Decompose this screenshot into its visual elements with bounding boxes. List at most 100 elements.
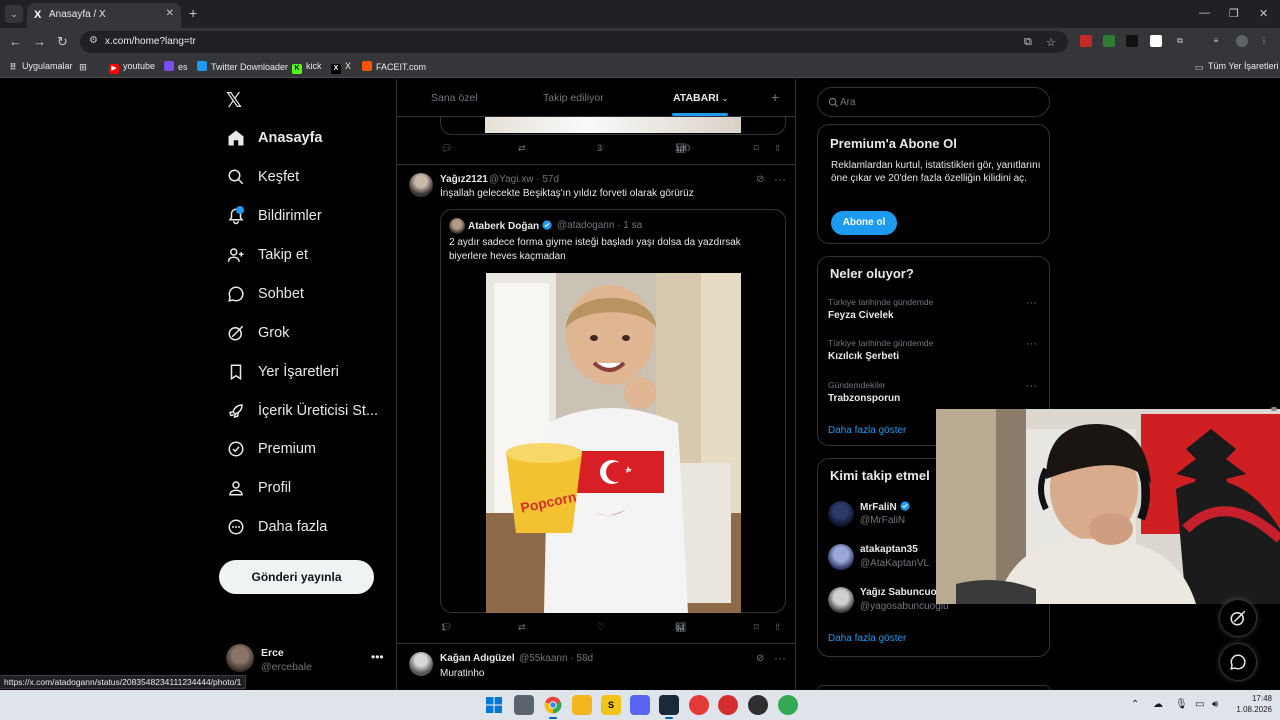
extension-black-icon[interactable]: [1126, 35, 1138, 47]
trend-name[interactable]: Kızılcık Şerbeti: [828, 351, 899, 362]
who-to-follow-show-more[interactable]: Daha fazla göster: [828, 633, 906, 644]
avatar[interactable]: [828, 587, 854, 613]
app-s-icon[interactable]: S: [601, 695, 621, 715]
bookmark-es[interactable]: es: [164, 61, 188, 72]
bookmark-twitter-downloader[interactable]: Twitter Downloader: [197, 61, 288, 72]
task-view-icon[interactable]: [514, 695, 534, 715]
quoted-post-photo[interactable]: Popcorn: [486, 273, 741, 613]
bookmark-x[interactable]: XX: [331, 61, 351, 74]
bookmark-faceit[interactable]: FACEIT.com: [362, 61, 426, 72]
extension-white-icon[interactable]: [1150, 35, 1162, 47]
repost-icon[interactable]: ⇄: [518, 622, 526, 633]
chrome-2-icon[interactable]: [778, 695, 798, 715]
tab-for-you[interactable]: Sana özel: [431, 92, 478, 104]
nav-explore[interactable]: Keşfet: [226, 162, 299, 192]
chrome-icon[interactable]: [543, 695, 563, 719]
grok-post-icon[interactable]: ⊘: [756, 174, 764, 185]
back-icon[interactable]: ←: [9, 34, 22, 50]
nav-profile[interactable]: Profil: [226, 473, 291, 503]
nav-creator-studio[interactable]: İçerik Üreticisi St...: [226, 396, 378, 426]
volume-icon[interactable]: 🔊︎: [1212, 699, 1218, 710]
scrollbar-thumb[interactable]: [1271, 407, 1277, 411]
display-icon[interactable]: ▭: [1195, 699, 1204, 710]
grok-post-icon[interactable]: ⊘: [756, 653, 764, 664]
subscribe-button[interactable]: Abone ol: [831, 211, 897, 235]
post-author-handle[interactable]: @Yagi.xw · 57d: [489, 174, 559, 185]
x-logo-icon[interactable]: 𝕏: [226, 88, 242, 113]
tab-atabari[interactable]: ATABARI ⌄: [673, 92, 728, 104]
discord-icon[interactable]: [630, 695, 650, 715]
tray-chevron-icon[interactable]: ⌃: [1131, 699, 1139, 710]
address-bar[interactable]: ⚙ x.com/home?lang=tr ⧉ ☆: [80, 31, 1068, 53]
add-tab-icon[interactable]: +: [771, 89, 779, 105]
clock[interactable]: 17:48 1.08.2026: [1232, 693, 1272, 715]
nav-grok[interactable]: Grok: [226, 318, 289, 348]
grok-fab[interactable]: [1219, 599, 1257, 637]
nav-chat[interactable]: Sohbet: [226, 279, 304, 309]
follow-user-name[interactable]: Yağız Sabuncuo: [860, 587, 937, 598]
minimize-icon[interactable]: —: [1199, 7, 1210, 19]
post-author-handle[interactable]: @55kaann · 58d: [519, 653, 593, 664]
follow-user-name[interactable]: MrFaliN: [860, 501, 910, 513]
install-app-icon[interactable]: ⧉: [1024, 36, 1032, 49]
new-tab-icon[interactable]: +: [189, 6, 197, 20]
account-more-icon[interactable]: •••: [371, 650, 384, 664]
nav-premium[interactable]: Premium: [226, 434, 316, 464]
messages-fab[interactable]: [1219, 643, 1257, 681]
profile-avatar-icon[interactable]: [1236, 35, 1248, 47]
bookmark-star-icon[interactable]: ☆: [1046, 36, 1056, 49]
file-explorer-icon[interactable]: [572, 695, 592, 715]
share-icon[interactable]: ⇧: [774, 622, 782, 633]
account-switcher[interactable]: Erce @ercebale •••: [226, 642, 386, 676]
post-more-icon[interactable]: ···: [774, 172, 786, 186]
app-red-icon[interactable]: [718, 695, 738, 715]
follow-user-name[interactable]: atakaptan35: [860, 544, 918, 555]
nav-bookmarks[interactable]: Yer İşaretleri: [226, 357, 339, 387]
bookmark-kick[interactable]: Kkick: [292, 61, 322, 74]
window-close-icon[interactable]: ✕: [1259, 7, 1268, 20]
tray-cloud-icon[interactable]: ☁: [1153, 699, 1163, 710]
bookmark-post-icon[interactable]: ⌑: [754, 622, 759, 633]
avatar[interactable]: [828, 501, 854, 527]
tab-groups-icon[interactable]: ≡: [1210, 35, 1222, 47]
post-button[interactable]: Gönderi yayınla: [219, 560, 374, 594]
share-icon[interactable]: ⇧: [774, 143, 782, 154]
tab-close-icon[interactable]: ✕: [166, 8, 174, 19]
search-input[interactable]: Ara: [817, 87, 1050, 117]
trends-show-more[interactable]: Daha fazla göster: [828, 425, 906, 436]
extension-green-icon[interactable]: [1103, 35, 1115, 47]
site-info-icon[interactable]: ⚙: [89, 35, 98, 46]
trend-name[interactable]: Feyza Civelek: [828, 310, 894, 321]
nav-home[interactable]: Anasayfa: [226, 123, 322, 153]
post-more-icon[interactable]: ···: [774, 651, 786, 665]
reload-icon[interactable]: ↻: [57, 34, 68, 50]
extension-red-icon[interactable]: [1080, 35, 1092, 47]
bookmark-apps[interactable]: ⠿ Uygulamalar: [8, 61, 72, 72]
tab-search-icon[interactable]: ⌄: [5, 5, 23, 23]
start-icon[interactable]: [484, 695, 504, 715]
bookmark-grid[interactable]: ⊞: [78, 61, 92, 72]
quoted-post[interactable]: Ataberk Doğan @atadogann · 1 sa 2 aydır …: [440, 209, 786, 613]
forward-icon[interactable]: →: [33, 34, 46, 50]
all-bookmarks[interactable]: ▭ Tüm Yer İşaretleri: [1194, 61, 1279, 72]
bookmark-youtube[interactable]: ▶ youtube: [109, 61, 155, 74]
media-player-icon[interactable]: [689, 695, 709, 715]
nav-notifications[interactable]: Bildirimler: [226, 201, 322, 231]
reply-icon[interactable]: 💬︎: [441, 143, 452, 154]
bookmark-post-icon[interactable]: ⌑: [754, 143, 759, 154]
chrome-menu-icon[interactable]: ⋮: [1258, 35, 1270, 47]
trend-more-icon[interactable]: ···: [1026, 338, 1037, 350]
tab-following[interactable]: Takip ediliyor: [543, 92, 604, 104]
trend-more-icon[interactable]: ···: [1026, 380, 1037, 392]
obs-icon[interactable]: [748, 695, 768, 715]
url-text[interactable]: x.com/home?lang=tr: [105, 36, 196, 47]
maximize-icon[interactable]: ❐: [1229, 7, 1239, 20]
steam-icon[interactable]: [659, 695, 679, 719]
post-author-name[interactable]: Yağız2121: [440, 174, 488, 185]
trend-name[interactable]: Trabzonsporun: [828, 393, 900, 404]
microphone-icon[interactable]: 🎙︎: [1175, 699, 1188, 710]
nav-more[interactable]: Daha fazla: [226, 512, 327, 542]
avatar[interactable]: [409, 173, 433, 197]
nav-follow[interactable]: Takip et: [226, 240, 308, 270]
repost-icon[interactable]: ⇄: [518, 143, 526, 154]
